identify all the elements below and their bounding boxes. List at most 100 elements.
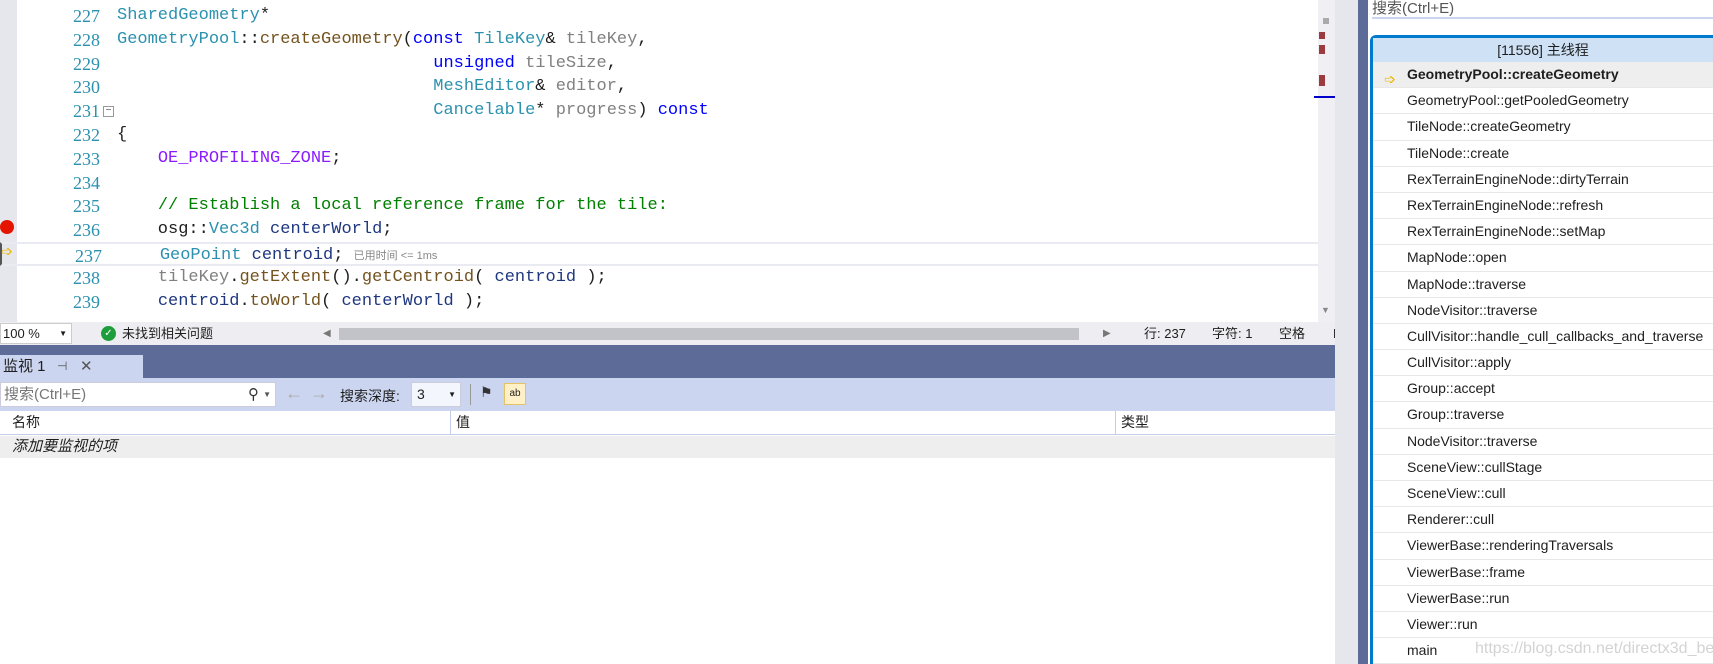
close-icon[interactable]: ✕ (80, 355, 93, 378)
code-line[interactable]: 230 MeshEditor& editor, (0, 75, 1335, 99)
line-number: 238 (73, 267, 100, 288)
frame-name: GeometryPool::createGeometry (1407, 66, 1619, 82)
code-line[interactable]: 239 centroid.toWorld( centerWorld ); (0, 290, 1335, 314)
frame-name: SceneView::cull (1407, 485, 1506, 501)
view-toggle-button[interactable]: ab (504, 383, 526, 405)
code-line[interactable]: 229 unsigned tileSize, (0, 52, 1335, 76)
column-value[interactable]: 值 (456, 411, 470, 434)
stack-frame[interactable]: RexTerrainEngineNode::setMap (1373, 219, 1713, 246)
scroll-left-arrow[interactable]: ◀ (323, 322, 331, 345)
stack-frame[interactable]: NodeVisitor::traverse (1373, 298, 1713, 324)
stack-frame[interactable]: SceneView::cullStage (1373, 455, 1713, 481)
line-number: 233 (73, 148, 100, 169)
stack-frame[interactable]: Renderer::cull (1373, 507, 1713, 534)
code-text: // Establish a local reference frame for… (157, 196, 668, 216)
frame-name: Viewer::run (1407, 615, 1478, 632)
code-line[interactable]: 233 OE_PROFILING_ZONE; (0, 147, 1335, 171)
frame-name: TileNode::create (1407, 144, 1510, 161)
line-number: 229 (73, 53, 100, 74)
column-name[interactable]: 名称 (12, 411, 40, 434)
code-text: unsigned tileSize, (433, 53, 617, 73)
char-indicator[interactable]: 字符: 1 (1212, 322, 1252, 345)
code-text: Cancelable* progress) const (433, 101, 709, 121)
column-type[interactable]: 类型 (1121, 411, 1149, 434)
search-placeholder: 搜索(Ctrl+E) (4, 386, 87, 403)
zoom-select[interactable]: 100 % ▼ (0, 323, 72, 344)
tab-label: 监视 1 (3, 358, 46, 375)
line-number: 230 (73, 77, 100, 98)
watch-header-row: 名称 值 类型 (0, 411, 1335, 435)
indent-indicator[interactable]: 空格 (1279, 322, 1305, 345)
pin-icon[interactable]: ⊣ (57, 355, 67, 378)
frame-name: ViewerBase::renderingTraversals (1407, 537, 1614, 554)
search-depth-label: 搜索深度: (340, 388, 400, 404)
stack-frame[interactable]: CullVisitor::apply (1373, 350, 1713, 377)
code-line[interactable]: 231 Cancelable* progress) const (0, 99, 1335, 123)
watch-search-input[interactable]: 搜索(Ctrl+E) ⚲ ▼ (0, 382, 276, 407)
stack-frame[interactable]: ViewerBase::renderingTraversals (1373, 533, 1713, 560)
stack-frame[interactable]: CullVisitor::handle_cull_callbacks_and_t… (1373, 324, 1713, 351)
line-number: 232 (73, 125, 100, 145)
line-number: 231 (73, 101, 100, 122)
stack-frame[interactable]: ViewerBase::run (1373, 586, 1713, 612)
code-line[interactable]: 234 (0, 171, 1335, 195)
splitter[interactable] (1335, 0, 1358, 664)
code-text: GeoPoint centroid; 已用时间 <= 1ms (159, 246, 438, 265)
check-icon: ✓ (101, 326, 116, 341)
line-indicator[interactable]: 行: 237 (1144, 322, 1186, 345)
search-depth-select[interactable]: 3 ▼ (411, 382, 461, 407)
frame-name: Group::accept (1407, 380, 1495, 397)
editor-status-bar: 100 %▼ ✓ 未找到相关问题 ◀ ▶ 行: 237 字符: 1 空格 LF (0, 322, 1358, 345)
horizontal-scrollbar-thumb[interactable] (339, 328, 1079, 340)
stack-frame[interactable]: ViewerBase::frame (1373, 560, 1713, 586)
line-number: 235 (73, 196, 100, 217)
parallel-stack-box: [11556] 主线程 ➩ GeometryPool::createGeometr… (1370, 35, 1713, 664)
scroll-right-arrow[interactable]: ▶ (1103, 322, 1111, 345)
editor-vertical-scrollbar[interactable]: ▼ (1314, 0, 1335, 322)
call-stack-search-input[interactable]: 搜索(Ctrl+E) (1372, 0, 1713, 19)
frame-name: Group::traverse (1407, 406, 1505, 423)
stack-frame[interactable]: TileNode::create (1373, 141, 1713, 167)
forward-arrow-icon[interactable]: → (310, 383, 328, 404)
code-line[interactable]: 227 SharedGeometry* (0, 4, 1335, 28)
stack-frame[interactable]: TileNode::createGeometry (1373, 114, 1713, 141)
frame-name: GeometryPool::getPooledGeometry (1407, 92, 1629, 109)
panel-border (1358, 0, 1368, 664)
code-line[interactable]: 228 GeometryPool::createGeometry(const Ti… (0, 28, 1335, 52)
scroll-down-arrow[interactable]: ▼ (1321, 305, 1330, 315)
watch-toolbar: 搜索(Ctrl+E) ⚲ ▼ ← → 搜索深度: 3 ▼ ⚑ ab (0, 378, 1358, 411)
issues-status[interactable]: 未找到相关问题 (122, 322, 213, 345)
stack-frame[interactable]: MapNode::open (1373, 245, 1713, 272)
current-statement-arrow-icon: ➩ (1, 243, 13, 259)
search-placeholder: 搜索(Ctrl+E) (1372, 0, 1455, 17)
frame-name: TileNode::createGeometry (1407, 118, 1571, 135)
code-line[interactable]: 236 osg::Vec3d centerWorld; (0, 218, 1335, 242)
back-arrow-icon[interactable]: ← (285, 383, 303, 404)
stack-frame[interactable]: SceneView::cull (1373, 481, 1713, 508)
code-line[interactable]: 232 { (0, 123, 1335, 147)
stack-frame[interactable]: MapNode::traverse (1373, 272, 1713, 298)
stack-frame[interactable]: Group::traverse (1373, 402, 1713, 429)
breakpoint-icon[interactable] (0, 220, 14, 234)
thread-header: [11556] 主线程 (1373, 38, 1713, 62)
add-watch-item[interactable]: 添加要监视的项 (0, 436, 1335, 458)
collapse-toggle[interactable]: − (103, 106, 114, 117)
frame-name: main (1407, 642, 1438, 659)
stack-frame[interactable]: ➩ GeometryPool::createGeometry (1373, 62, 1713, 89)
code-line[interactable]: 238 tileKey.getExtent().getCentroid( cen… (0, 266, 1335, 290)
stack-frame[interactable]: RexTerrainEngineNode::refresh (1373, 193, 1713, 220)
stack-frame[interactable]: GeometryPool::getPooledGeometry (1373, 88, 1713, 115)
stack-frame[interactable]: Viewer::run (1373, 612, 1713, 639)
code-text: OE_PROFILING_ZONE; (157, 148, 342, 168)
elapsed-time-hint: 已用时间 <= 1ms (353, 250, 438, 262)
stack-frame[interactable]: RexTerrainEngineNode::dirtyTerrain (1373, 167, 1713, 193)
code-line[interactable]: 237 GeoPoint centroid; 已用时间 <= 1ms (0, 242, 1335, 266)
tab-watch-1[interactable]: 监视 1 ⊣ ✕ (0, 355, 143, 378)
filter-pin-icon[interactable]: ⚑ (480, 384, 493, 401)
stack-frame[interactable]: Group::accept (1373, 376, 1713, 403)
code-line[interactable]: 235 // Establish a local reference frame… (0, 194, 1335, 218)
code-text: GeometryPool::createGeometry(const TileK… (117, 29, 648, 49)
stack-frame[interactable]: NodeVisitor::traverse (1373, 429, 1713, 455)
code-editor[interactable]: 227 SharedGeometry* 228 GeometryPool::creat… (0, 0, 1335, 322)
search-icon[interactable]: ⚲ (248, 383, 259, 406)
